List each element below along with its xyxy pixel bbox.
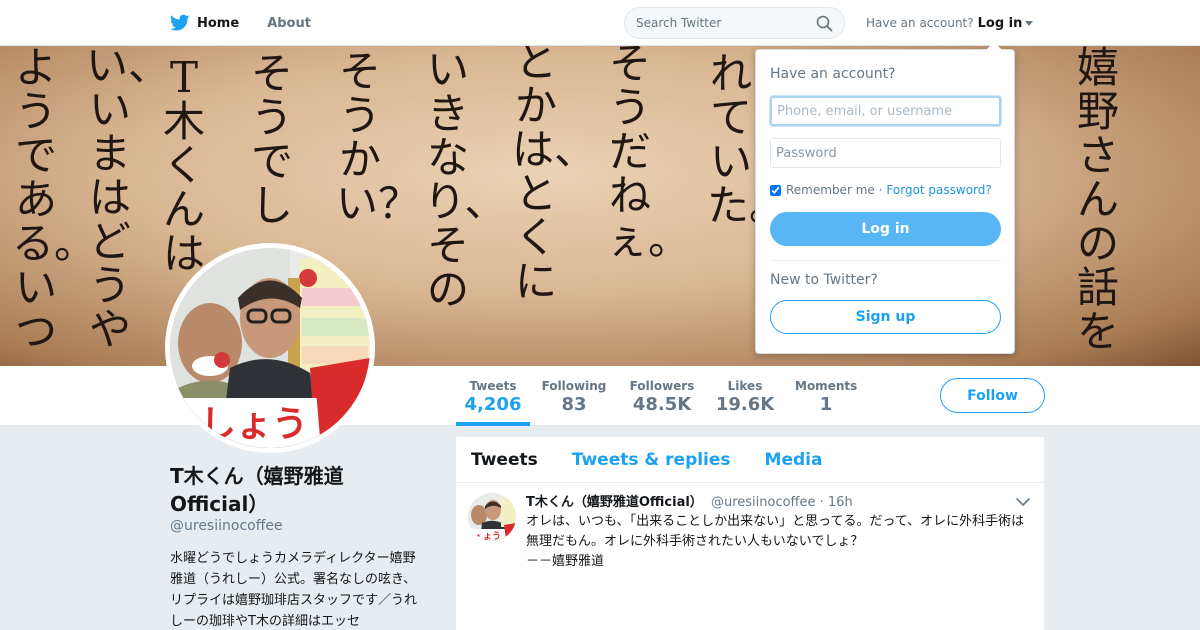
stat-value: 19.6K	[715, 394, 775, 415]
stat-moments[interactable]: Moments 1	[795, 366, 857, 426]
twitter-bird-icon	[170, 14, 190, 31]
stat-tweets[interactable]: Tweets 4,206	[456, 366, 530, 426]
login-menu-toggle[interactable]: Log in	[978, 16, 1023, 31]
banner-text-column: れていた。	[707, 49, 792, 230]
stat-likes[interactable]: Likes 19.6K	[715, 366, 775, 426]
caret-down-icon[interactable]	[1025, 20, 1034, 26]
login-dropdown: Have an account? Remember me · Forgot pa…	[755, 42, 1015, 354]
svg-text:・ょう: ・ょう	[474, 531, 501, 541]
forgot-password-link[interactable]: Forgot password?	[886, 183, 991, 197]
banner-text-column: そうかい？	[336, 47, 421, 228]
follow-button[interactable]: Follow	[940, 378, 1045, 413]
chevron-down-icon[interactable]	[1016, 497, 1030, 507]
tweet-avatar[interactable]: ・ょう	[468, 493, 516, 541]
banner-text-column: そうでし	[250, 49, 293, 230]
profile-screen-name[interactable]: @uresiinocoffee	[170, 518, 283, 534]
banner-text-column: い、いまはどうや	[86, 46, 171, 354]
username-field[interactable]	[770, 96, 1001, 126]
banner-text-column: 嬉野さんの話を	[1076, 46, 1119, 356]
tab-tweets-and-replies[interactable]: Tweets & replies	[572, 450, 731, 470]
password-field[interactable]	[770, 138, 1001, 168]
tab-tweets[interactable]: Tweets	[471, 450, 538, 470]
tweet-timestamp[interactable]: · 16h	[820, 495, 853, 510]
avatar-photo: しょう	[170, 248, 370, 448]
login-dropdown-title: Have an account?	[770, 66, 896, 82]
avatar-logo-text: しょう	[200, 404, 308, 445]
stat-value: 83	[561, 394, 587, 415]
stat-value: 1	[819, 394, 833, 415]
tab-media[interactable]: Media	[765, 450, 823, 470]
stat-label: Moments	[795, 379, 858, 393]
stat-following[interactable]: Following 83	[540, 366, 608, 426]
tweet-avatar-photo: ・ょう	[468, 493, 516, 541]
timeline: Tweets Tweets & replies Media ・ょう T木くん（嬉…	[456, 437, 1044, 630]
search-box	[624, 7, 845, 39]
have-account-text: Have an account?	[866, 16, 974, 30]
tweet-item[interactable]: ・ょう T木くん（嬉野雅道Official） @uresiinocoffee ·…	[456, 483, 1044, 630]
tweet-text: オレは、いつも、「出来ることしか出来ない」と思ってる。だって、オレに外科手術は無…	[526, 514, 1025, 569]
nav-home-link[interactable]: Home	[170, 14, 239, 32]
banner-text-column: そうだねぇ。	[606, 46, 691, 264]
search-icon[interactable]	[816, 15, 833, 32]
stat-label: Following	[541, 379, 607, 393]
stat-label: Likes	[727, 379, 763, 393]
tweet-author-name[interactable]: T木くん（嬉野雅道Official）	[526, 495, 703, 510]
nav-links: Home About	[170, 0, 339, 46]
timeline-tabs: Tweets Tweets & replies Media	[456, 437, 1044, 483]
signup-button[interactable]: Sign up	[770, 300, 1001, 334]
profile-bio: 水曜どうでしょうカメラディレクター嬉野雅道（うれしー）公式。署名なしの呟き、リプ…	[170, 551, 418, 629]
account-prompt: Have an account? Log in	[866, 0, 1034, 46]
stat-label: Followers	[629, 379, 695, 393]
dropdown-divider	[770, 260, 1001, 261]
profile-display-name[interactable]: T木くん（嬉野雅道Official）	[170, 462, 410, 518]
stat-value: 48.5K	[632, 394, 692, 415]
search-input[interactable]	[636, 8, 816, 38]
banner-text-column: ようである。いつ	[12, 46, 97, 356]
stat-label: Tweets	[469, 379, 517, 393]
new-to-twitter-text: New to Twitter?	[770, 272, 878, 288]
nav-about-link[interactable]: About	[267, 16, 311, 31]
login-button[interactable]: Log in	[770, 212, 1001, 246]
dropdown-arrow	[986, 42, 1002, 50]
remember-me-row: Remember me · Forgot password?	[770, 183, 992, 197]
stat-followers[interactable]: Followers 48.5K	[628, 366, 696, 426]
banner-text-column: とかは、とくに	[512, 46, 597, 306]
nav-home-label: Home	[197, 15, 240, 31]
tweet-author-handle[interactable]: @uresiinocoffee	[711, 495, 816, 510]
profile-avatar[interactable]: しょう	[165, 243, 375, 453]
top-navigation-bar: Home About Have an account? Log in	[0, 0, 1200, 46]
tweet-header: T木くん（嬉野雅道Official） @uresiinocoffee · 16h	[526, 491, 853, 510]
remember-me-label[interactable]: Remember me ·	[786, 183, 882, 197]
stat-value: 4,206	[464, 394, 522, 415]
remember-me-checkbox[interactable]	[770, 184, 781, 196]
banner-text-column: いきなり、その	[424, 46, 507, 314]
nav-about-label: About	[267, 15, 311, 31]
